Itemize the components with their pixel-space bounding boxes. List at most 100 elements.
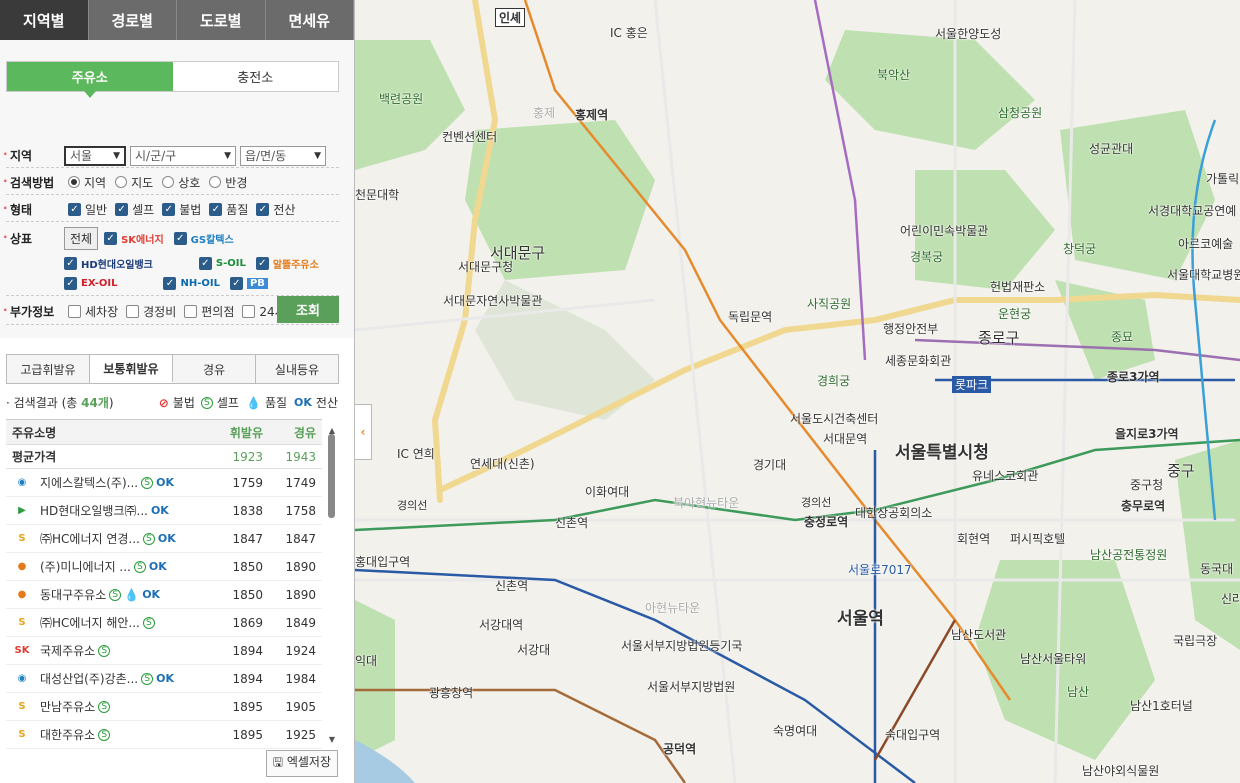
ex-oil-logo: EX-OIL [81, 278, 118, 289]
map[interactable]: 인셰 IC 홍은 서울한양도성 북악산 백련공원 홍제 홍제역 삼청공원 컨벤션… [355, 0, 1240, 783]
method-label: 검색방법 [3, 174, 64, 191]
eupmyeon-select[interactable]: 읍/면/동 ▼ [240, 145, 326, 166]
tab-taxfree[interactable]: 면세유 [265, 0, 354, 40]
check-quality[interactable]: ✓ 품질 [209, 201, 248, 218]
computer-icon: OK [157, 532, 176, 545]
sigungu-select[interactable]: 시/군/구 ▼ [130, 145, 236, 166]
table-row[interactable]: ▶ HD현대오일뱅크㈜... OK 1838 1758 [6, 497, 322, 525]
hd-oilbank-logo: HD현대오일뱅크 [81, 260, 153, 271]
table-row[interactable]: S 대한주유소 S 1895 1925 [6, 721, 322, 749]
table-row[interactable]: S ㈜HC에너지 연경... S OK 1847 1847 [6, 525, 322, 553]
radio-map[interactable]: 지도 [115, 174, 153, 191]
table-row[interactable]: ● (주)미니에너지 ... S OK 1850 1890 [6, 553, 322, 581]
tab-regular-gasoline[interactable]: 보통휘발유 [90, 355, 173, 383]
tab-region[interactable]: 지역별 [0, 0, 89, 40]
excel-save-button[interactable]: 🖫 엑셀저장 [265, 750, 338, 777]
search-button[interactable]: 조회 [277, 296, 339, 323]
map-label: 신촌역 [495, 579, 529, 593]
gasoline-price: 1895 [232, 727, 263, 742]
check-brand-gs[interactable]: ✓ GS칼텍스 [173, 231, 240, 246]
collapse-panel-button[interactable]: ‹ [355, 404, 372, 460]
tab-route[interactable]: 경로별 [88, 0, 177, 40]
table-row[interactable]: S 만남주유소 S 1895 1905 [6, 693, 322, 721]
check-general[interactable]: ✓ 일반 [68, 201, 107, 218]
table-row[interactable]: ◉ 대성산업(주)강촌... S OK 1894 1984 [6, 665, 322, 693]
map-label: 숙명여대 [773, 724, 818, 738]
table-row[interactable]: SK 국제주유소 S 1894 1924 [6, 637, 322, 665]
check-label: 경정비 [143, 304, 177, 319]
header-diesel: 경유 [293, 425, 316, 440]
check-store[interactable]: 편의점 [184, 303, 234, 320]
check-icon: ✓ [256, 202, 270, 216]
check-carwash[interactable]: 세차장 [68, 303, 118, 320]
table-row[interactable]: ◉ 지에스칼텍스(주)... S OK 1759 1749 [6, 469, 322, 497]
tab-kerosene[interactable]: 실내등유 [256, 355, 338, 383]
tab-diesel[interactable]: 경유 [173, 355, 256, 383]
radio-dot [115, 176, 128, 188]
legend-label: 전산 [315, 396, 338, 410]
gasoline-price: 1894 [232, 671, 263, 686]
radio-radius[interactable]: 반경 [209, 174, 247, 191]
check-illegal[interactable]: ✓ 불법 [162, 201, 201, 218]
self-icon: S [133, 560, 146, 573]
quality-drop-icon: 💧 [245, 395, 261, 410]
self-icon: S [141, 672, 154, 685]
check-brand-nh[interactable]: ✓ NH-OIL [163, 277, 225, 290]
sido-select[interactable]: 서울 ▼ [64, 145, 126, 166]
check-brand-pb[interactable]: ✓ PB [229, 277, 274, 290]
s-oil-icon: S [18, 728, 26, 740]
scroll-thumb[interactable] [328, 434, 335, 518]
brand-label: 상표 [3, 230, 64, 247]
station-name: ㈜HC에너지 연경... [40, 532, 140, 546]
map-label: 서대문구청 [458, 260, 514, 274]
check-brand-sk[interactable]: ✓ SK에너지 [104, 231, 170, 246]
map-label: 북악산 [877, 68, 911, 82]
check-icon: ✓ [163, 277, 177, 290]
average-row: 평균가격 1923 1943 [6, 445, 322, 469]
s-oil-icon: S [18, 616, 26, 628]
station-name: (주)미니에너지 ... [40, 560, 131, 574]
legend-label: 불법 [172, 396, 195, 410]
radio-region[interactable]: 지역 [68, 174, 106, 191]
self-icon: S [200, 396, 213, 409]
map-label: 홍대입구역 [355, 555, 411, 569]
check-icon: ✓ [64, 257, 77, 270]
computer-icon: OK [142, 588, 161, 601]
map-label: 서울로7017 [848, 563, 912, 577]
diesel-price: 1847 [285, 531, 316, 546]
tab-road[interactable]: 도로별 [177, 0, 266, 40]
map-label: 중구 [1167, 462, 1195, 480]
check-brand-hd[interactable]: ✓ HD현대오일뱅크 [64, 256, 159, 271]
scroll-down-icon[interactable]: ▼ [327, 735, 337, 744]
map-label: 서울대학교병원 [1167, 268, 1240, 282]
table-row[interactable]: ● 동대구주유소 S 💧 OK 1850 1890 [6, 581, 322, 609]
diesel-price: 1890 [285, 587, 316, 602]
brand-all-button[interactable]: 전체 [64, 227, 99, 250]
self-icon: S [98, 644, 111, 657]
gasoline-price: 1838 [232, 503, 263, 518]
check-brand-alddeul[interactable]: ✓ 알뜰주유소 [255, 256, 325, 271]
check-brand-soil[interactable]: ✓ S-OIL [198, 257, 252, 270]
average-gasoline: 1923 [232, 449, 263, 464]
result-prefix: 검색결과 (총 [13, 396, 82, 410]
map-label: 신촌역 [555, 516, 589, 530]
gasoline-price: 1850 [232, 559, 263, 574]
method-row: 검색방법 지역 지도 상호 반경 [3, 170, 339, 195]
table-scrollbar[interactable]: ▲ ▼ [327, 426, 337, 744]
check-brand-exoil[interactable]: ✓ EX-OIL [64, 277, 123, 290]
region-label: 지역 [3, 147, 64, 164]
diesel-price: 1849 [285, 615, 316, 630]
tab-premium-gasoline[interactable]: 고급휘발유 [7, 355, 90, 383]
radio-dot [68, 176, 80, 188]
map-label: 중구청 [1130, 478, 1164, 492]
check-maintenance[interactable]: 경정비 [126, 303, 176, 320]
table-row[interactable]: S ㈜HC에너지 해안... S 1869 1849 [6, 609, 322, 637]
checkbox [242, 304, 256, 318]
check-computer[interactable]: ✓ 전산 [256, 201, 295, 218]
check-self[interactable]: ✓ 셀프 [115, 201, 154, 218]
radio-name[interactable]: 상호 [162, 174, 200, 191]
tab-gas-station[interactable]: 주유소 [7, 62, 173, 98]
region-row: 지역 서울 ▼ 시/군/구 ▼ 읍/면/동 ▼ [3, 144, 339, 168]
tab-charging-station[interactable]: 충전소 [172, 62, 338, 91]
map-label: 행정안전부 [883, 322, 939, 336]
